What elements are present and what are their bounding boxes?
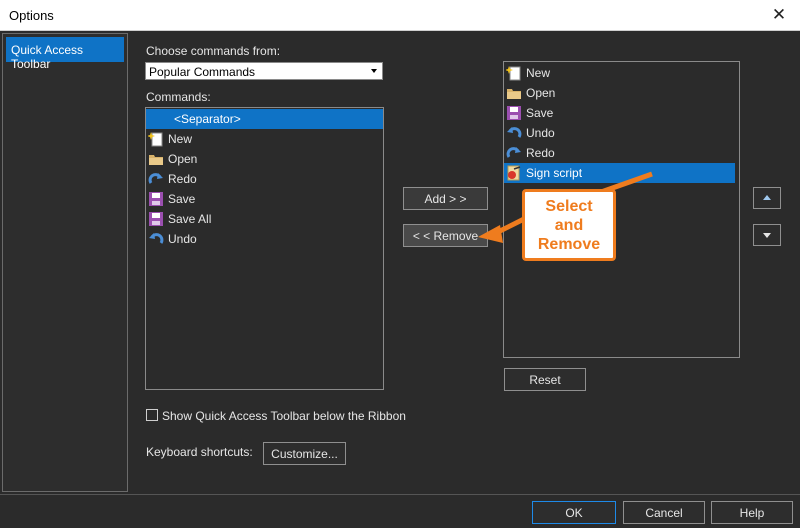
dialog-footer: OK Cancel Help <box>0 494 800 528</box>
list-item[interactable]: Sign script <box>504 163 735 183</box>
close-icon[interactable]: ✕ <box>770 5 788 25</box>
new-doc-icon <box>148 132 163 147</box>
list-item-label: Undo <box>168 232 197 246</box>
help-button[interactable]: Help <box>711 501 793 524</box>
commands-list[interactable]: <Separator> New Open Redo Save Save All … <box>145 107 384 390</box>
list-item-label: Save <box>168 192 196 206</box>
chevron-down-icon <box>371 69 377 73</box>
sign-script-icon <box>507 165 521 181</box>
list-item-label: <Separator> <box>174 112 241 126</box>
list-item[interactable]: Open <box>146 149 383 169</box>
remove-button[interactable]: < < Remove <box>403 224 488 247</box>
keyboard-shortcuts-label: Keyboard shortcuts: <box>146 445 253 459</box>
window-title: Options <box>9 8 54 23</box>
list-item[interactable]: Open <box>504 83 739 103</box>
list-item-label: Save All <box>168 212 212 226</box>
list-item[interactable]: Undo <box>146 229 383 249</box>
list-item-label: New <box>526 66 551 80</box>
list-item-label: New <box>168 132 193 146</box>
show-below-ribbon-checkbox[interactable] <box>146 409 158 421</box>
list-item[interactable]: New <box>146 129 383 149</box>
commands-from-label: Choose commands from: <box>146 44 281 58</box>
callout-line: and <box>554 217 584 234</box>
save-icon <box>149 192 163 206</box>
commands-from-value: Popular Commands <box>149 65 256 79</box>
list-item[interactable]: Save <box>504 103 739 123</box>
arrow-up-icon <box>763 195 771 200</box>
callout-line: Remove <box>537 236 601 253</box>
nav-item-quick-access-toolbar[interactable]: Quick Access Toolbar <box>6 37 124 71</box>
new-doc-icon <box>506 66 521 81</box>
move-up-button[interactable] <box>753 187 781 209</box>
title-bar: Options ✕ <box>0 0 800 31</box>
list-item[interactable]: Undo <box>504 123 739 143</box>
move-down-button[interactable] <box>753 224 781 246</box>
callout-line: Select <box>545 198 593 215</box>
customize-button[interactable]: Customize... <box>263 442 346 465</box>
select-and-remove-callout: Select and Remove <box>522 189 616 261</box>
undo-icon <box>149 233 164 244</box>
show-below-ribbon-label: Show Quick Access Toolbar below the Ribb… <box>162 409 406 423</box>
folder-icon <box>507 89 521 99</box>
list-item-label: Save <box>526 106 554 120</box>
reset-button[interactable]: Reset <box>504 368 586 391</box>
redo-icon <box>148 173 163 184</box>
list-item-label: Open <box>526 86 556 100</box>
cancel-button[interactable]: Cancel <box>623 501 705 524</box>
arrow-down-icon <box>763 233 771 238</box>
list-item[interactable]: Save All <box>146 209 383 229</box>
redo-icon <box>506 147 521 158</box>
list-item-label: Undo <box>526 126 555 140</box>
list-item[interactable]: Save <box>146 189 383 209</box>
list-item[interactable]: <Separator> <box>146 109 383 129</box>
folder-icon <box>149 155 163 165</box>
list-item-label: Sign script <box>526 166 583 180</box>
list-item[interactable]: Redo <box>146 169 383 189</box>
ok-button[interactable]: OK <box>532 501 616 524</box>
commands-label: Commands: <box>146 90 211 104</box>
list-item-label: Open <box>168 152 198 166</box>
add-button[interactable]: Add > > <box>403 187 488 210</box>
save-icon <box>507 106 521 120</box>
commands-from-dropdown[interactable]: Popular Commands <box>145 62 383 80</box>
undo-icon <box>507 127 522 138</box>
list-item-label: Redo <box>168 172 197 186</box>
list-item[interactable]: New <box>504 63 739 83</box>
list-item[interactable]: Redo <box>504 143 739 163</box>
options-nav: Quick Access Toolbar <box>2 33 128 492</box>
list-item-label: Redo <box>526 146 555 160</box>
save-all-icon <box>149 212 163 226</box>
